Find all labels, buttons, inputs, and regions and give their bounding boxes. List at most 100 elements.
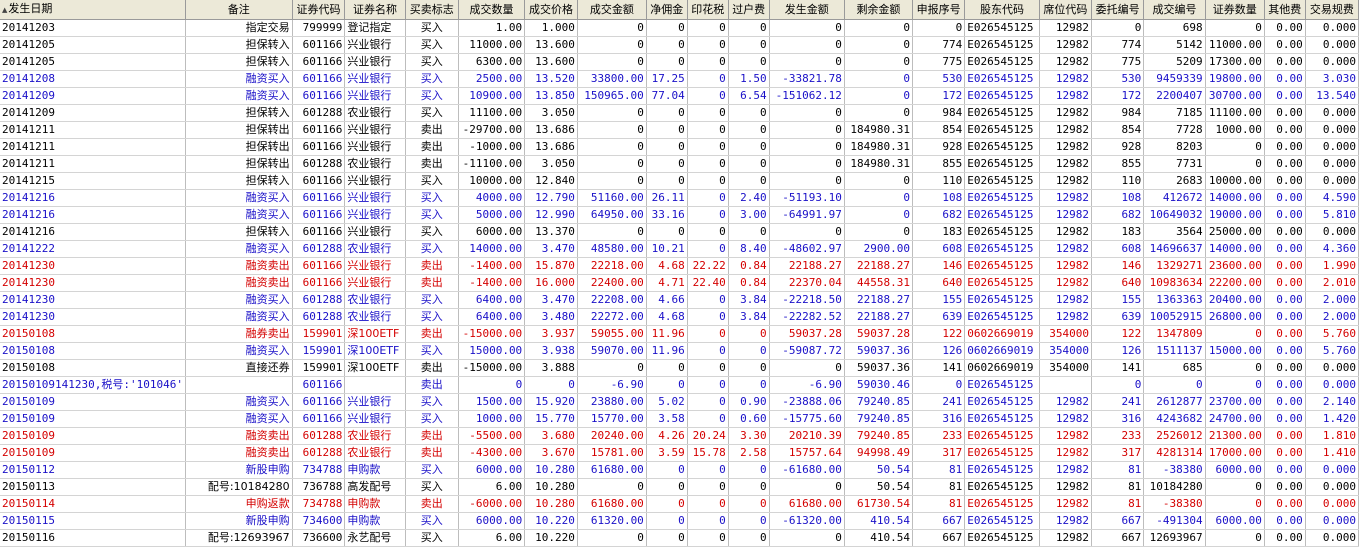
table-row[interactable]: 20141222 融资买入 601288 农业银行 买入 14000.00 3.470 485… [0,240,1359,258]
table-row[interactable]: 20150109141230,税号:'101046' 601166 卖出 0 0 -6.9… [0,376,1359,394]
cell-holder-code: 0602669019 [964,342,1040,360]
table-row[interactable]: 20141230 融资卖出 601166 兴业银行 卖出 -1400.00 15.870 22… [0,257,1359,275]
table-row[interactable]: 20141208 融资买入 601166 兴业银行 买入 2500.00 13.520 338… [0,70,1359,88]
cell-security-code: 601166 [292,36,346,54]
cell-other-fee: 0.00 [1264,376,1306,394]
table-row[interactable]: 20150114 申购返款 734788 申购款 卖出 -6000.00 10.280 616… [0,495,1359,513]
table-row[interactable]: 20141216 担保转入 601166 兴业银行 买入 6000.00 13.370 0 0 0… [0,223,1359,241]
table-row[interactable]: 20150109 融资卖出 601288 农业银行 卖出 -4300.00 3.670 157… [0,444,1359,462]
table-row[interactable]: 20141230 融资买入 601288 农业银行 买入 6400.00 3.480 2227… [0,308,1359,326]
table-row[interactable]: 20141216 融资买入 601166 兴业银行 买入 5000.00 12.990 649… [0,206,1359,224]
column-header-seat-code[interactable]: 席位代码 [1039,0,1093,20]
cell-security-name: 兴业银行 [344,121,406,139]
cell-stamp-tax: 0 [687,104,729,122]
table-row[interactable]: 20141216 融资买入 601166 兴业银行 买入 4000.00 12.790 511… [0,189,1359,207]
cell-other-fee: 0.00 [1264,172,1306,190]
cell-holder-code: E026545125 [964,257,1040,275]
column-header-quantity[interactable]: 成交数量 [458,0,526,20]
cell-seat-code: 12982 [1039,410,1093,428]
table-row[interactable]: 20150109 融资买入 601166 兴业银行 买入 1000.00 15.770 157… [0,410,1359,428]
cell-seat-code: 12982 [1039,444,1093,462]
cell-side: 买入 [405,342,459,360]
table-row[interactable]: 20141215 担保转入 601166 兴业银行 买入 10000.00 12.840 0 0… [0,172,1359,190]
table-row[interactable]: 20141209 担保转入 601288 农业银行 买入 11100.00 3.050 0 0 0… [0,104,1359,122]
cell-date: 20150108 [0,342,186,360]
table-row[interactable]: 20150108 直接还券 159901 深100ETF 卖出 -15000.00 3.88… [0,359,1359,377]
table-row[interactable]: 20141203 指定交易 799999 登记指定 买入 1.00 1.000 0 0 0 0 0 0 0… [0,19,1359,37]
cell-holder-code: E026545125 [964,87,1040,105]
table-row[interactable]: 20150109 融资买入 601166 兴业银行 买入 1500.00 15.920 238… [0,393,1359,411]
column-header-stamp-tax[interactable]: 印花税 [687,0,729,20]
column-header-order-no[interactable]: 委托编号 [1091,0,1145,20]
table-row[interactable]: 20150108 融券卖出 159901 深100ETF 卖出 -15000.00 3.93… [0,325,1359,343]
table-row[interactable]: 20141211 担保转出 601166 兴业银行 卖出 -1000.00 13.686 0 0… [0,138,1359,156]
cell-regulatory-fee: 0.000 [1305,495,1359,513]
cell-price: 16.000 [524,274,578,292]
cell-quantity: -1400.00 [458,257,526,275]
cell-seat-code: 12982 [1039,512,1093,530]
cell-declaration-no: 141 [912,359,966,377]
column-header-security-code[interactable]: 证券代码 [292,0,346,20]
cell-security-name: 兴业银行 [344,189,406,207]
column-header-holder-code[interactable]: 股东代码 [964,0,1040,20]
column-header-price[interactable]: 成交价格 [524,0,578,20]
cell-commission: 11.96 [646,325,688,343]
column-header-side[interactable]: 买卖标志 [405,0,459,20]
cell-stamp-tax: 0 [687,223,729,241]
column-header-position[interactable]: 证券数量 [1205,0,1265,20]
column-header-transfer-fee[interactable]: 过户费 [728,0,770,20]
cell-order-no: 110 [1091,172,1145,190]
cell-price: 3.938 [524,342,578,360]
cell-transfer-fee: 0 [728,461,770,479]
cell-security-name: 兴业银行 [344,53,406,71]
cell-remark: 担保转入 [185,53,293,71]
table-row[interactable]: 20141205 担保转入 601166 兴业银行 买入 6300.00 13.600 0 0 0… [0,53,1359,71]
column-header-security-name[interactable]: 证券名称 [344,0,406,20]
cell-security-name: 登记指定 [344,19,406,37]
column-header-deal-no[interactable]: 成交编号 [1143,0,1206,20]
table-row[interactable]: 20150109 融资卖出 601288 农业银行 卖出 -5500.00 3.680 202… [0,427,1359,445]
table-row[interactable]: 20141205 担保转入 601166 兴业银行 买入 11000.00 13.600 0 0… [0,36,1359,54]
cell-other-fee: 0.00 [1264,104,1306,122]
cell-stamp-tax: 0 [687,19,729,37]
column-header-commission[interactable]: 净佣金 [646,0,688,20]
cell-regulatory-fee: 0.000 [1305,376,1359,394]
cell-net-amount: 22188.27 [769,257,845,275]
column-header-date[interactable]: ▲发生日期 [0,0,186,20]
cell-order-no: 667 [1091,512,1145,530]
cell-regulatory-fee: 0.000 [1305,529,1359,547]
cell-price: 12.790 [524,189,578,207]
cell-remark: 融资买入 [185,70,293,88]
cell-amount: 150965.00 [577,87,647,105]
column-header-net-amount[interactable]: 发生金额 [769,0,845,20]
cell-transfer-fee: 3.30 [728,427,770,445]
column-header-declaration-no[interactable]: 申报序号 [912,0,966,20]
column-header-balance[interactable]: 剩余金额 [844,0,913,20]
cell-quantity: -1400.00 [458,274,526,292]
table-row[interactable]: 20141209 融资买入 601166 兴业银行 买入 10900.00 13.850 15… [0,87,1359,105]
cell-transfer-fee: 0 [728,121,770,139]
table-row[interactable]: 20150116 配号:12693967 736600 永艺配号 买入 6.00 10.22… [0,529,1359,547]
cell-security-name: 兴业银行 [344,172,406,190]
column-header-remark[interactable]: 备注 [185,0,293,20]
cell-remark: 新股申购 [185,512,293,530]
cell-date: 20150109 [0,393,186,411]
column-header-regulatory-fee[interactable]: 交易规费 [1305,0,1359,20]
cell-amount: 0 [577,36,647,54]
table-row[interactable]: 20141211 担保转出 601288 农业银行 卖出 -11100.00 3.050 0 0… [0,155,1359,173]
table-row[interactable]: 20141230 融资买入 601288 农业银行 买入 6400.00 3.470 2220… [0,291,1359,309]
cell-seat-code: 12982 [1039,478,1093,496]
cell-deal-no: -38380 [1143,495,1206,513]
table-row[interactable]: 20141211 担保转出 601166 兴业银行 卖出 -29700.00 13.686 0… [0,121,1359,139]
cell-side: 买入 [405,104,459,122]
cell-price: 1.000 [524,19,578,37]
table-row[interactable]: 20150113 配号:10184280 736788 高发配号 买入 6.00 10.28… [0,478,1359,496]
cell-regulatory-fee: 5.810 [1305,206,1359,224]
column-header-other-fee[interactable]: 其他费 [1264,0,1306,20]
table-row[interactable]: 20141230 融资卖出 601166 兴业银行 卖出 -1400.00 16.000 22… [0,274,1359,292]
table-row[interactable]: 20150108 融资买入 159901 深100ETF 买入 15000.00 3.938… [0,342,1359,360]
cell-position: 21300.00 [1205,427,1265,445]
column-header-amount[interactable]: 成交金额 [577,0,647,20]
table-row[interactable]: 20150112 新股申购 734788 申购款 买入 6000.00 10.280 6168… [0,461,1359,479]
table-row[interactable]: 20150115 新股申购 734600 申购款 买入 6000.00 10.220 6132… [0,512,1359,530]
